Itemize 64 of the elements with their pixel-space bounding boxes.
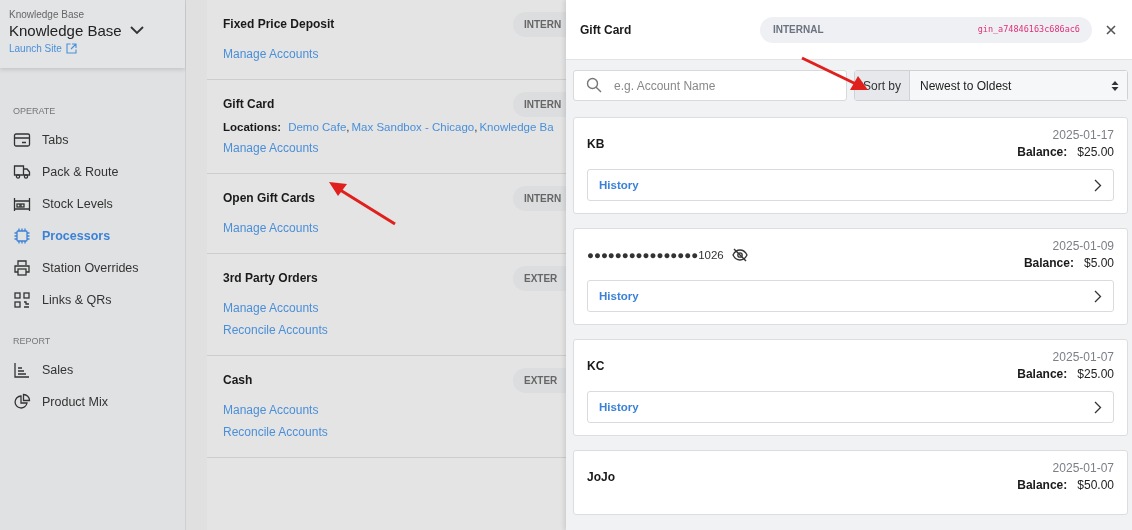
separator: , bbox=[474, 121, 478, 133]
drawer-title: Gift Card bbox=[580, 22, 633, 37]
card-icon bbox=[13, 130, 31, 149]
chip-icon bbox=[13, 226, 31, 245]
type-badge: INTERN bbox=[513, 185, 566, 211]
account-date: 2025-01-09 bbox=[1051, 239, 1114, 253]
site-caption: Knowledge Base bbox=[9, 9, 86, 20]
balance-label: Balance: bbox=[1023, 256, 1074, 270]
processor-title: Fixed Price Deposit bbox=[223, 17, 335, 31]
search-field[interactable]: e.g. Account Name bbox=[573, 70, 847, 101]
manage-link[interactable]: Manage Accounts bbox=[223, 301, 319, 315]
truck-icon bbox=[13, 162, 31, 181]
processor-title: Gift Card bbox=[223, 97, 275, 111]
close-icon bbox=[1106, 24, 1116, 35]
type-badge: EXTER bbox=[513, 265, 566, 291]
type-badge: INTERN bbox=[513, 91, 566, 117]
eye-slash-icon[interactable] bbox=[731, 247, 748, 262]
processor-title: Cash bbox=[223, 373, 253, 387]
bar-chart-icon bbox=[13, 360, 31, 379]
manage-link[interactable]: Manage Accounts bbox=[223, 47, 319, 61]
manage-link[interactable]: Manage Accounts bbox=[223, 403, 319, 417]
account-name: ●●●●●●●●●●●●●●●●1026 bbox=[587, 248, 724, 261]
balance-label: Balance: bbox=[1017, 367, 1068, 381]
processor-title: 3rd Party Orders bbox=[223, 271, 318, 285]
account-date: 2025-01-07 bbox=[1051, 350, 1114, 364]
account-date: 2025-01-17 bbox=[1051, 128, 1114, 142]
history-button[interactable]: History bbox=[587, 391, 1114, 423]
manage-link[interactable]: Manage Accounts bbox=[223, 141, 319, 155]
type-label: INTERNAL bbox=[773, 23, 824, 35]
processor-title: Open Gift Cards bbox=[223, 191, 315, 205]
balance-value: $25.00 bbox=[1077, 145, 1114, 159]
chevron-right-icon bbox=[1094, 400, 1102, 414]
history-button[interactable]: History bbox=[587, 280, 1114, 312]
balance-label: Balance: bbox=[1017, 478, 1068, 492]
location-link[interactable]: Knowledge Ba bbox=[479, 121, 554, 133]
locations-label: Locations: bbox=[223, 121, 282, 133]
balance-label: Balance: bbox=[1017, 145, 1068, 159]
manage-link[interactable]: Manage Accounts bbox=[223, 221, 319, 235]
balance-value: $25.00 bbox=[1077, 367, 1114, 381]
pie-chart-icon bbox=[13, 392, 31, 411]
separator: , bbox=[346, 121, 350, 133]
manage-link[interactable]: Reconcile Accounts bbox=[223, 425, 328, 439]
chevron-right-icon bbox=[1094, 178, 1102, 192]
manage-link[interactable]: Reconcile Accounts bbox=[223, 323, 328, 337]
account-name: KB bbox=[587, 136, 605, 151]
external-link-icon bbox=[65, 43, 77, 54]
section-heading: OPERATE bbox=[13, 106, 57, 118]
qr-code-icon bbox=[13, 290, 31, 309]
site-switcher[interactable]: Knowledge Base bbox=[9, 22, 144, 39]
balance-value: $50.00 bbox=[1077, 478, 1114, 492]
balance-value: $5.00 bbox=[1083, 256, 1114, 270]
history-button[interactable]: History bbox=[587, 169, 1114, 201]
account-name: KC bbox=[587, 358, 605, 373]
section-heading: REPORT bbox=[13, 336, 52, 348]
account-date: 2025-01-07 bbox=[1051, 461, 1114, 475]
printer-icon bbox=[13, 258, 31, 277]
search-icon bbox=[586, 77, 602, 93]
chevron-right-icon bbox=[1094, 289, 1102, 303]
processor-id: gin_a74846163c686ac6 bbox=[977, 24, 1080, 34]
type-badge: EXTER bbox=[513, 367, 566, 393]
account-name: JoJo bbox=[587, 469, 615, 484]
launch-site-link[interactable]: Launch Site bbox=[9, 43, 77, 54]
chevron-down-icon bbox=[129, 26, 144, 35]
type-badge: INTERN bbox=[513, 11, 566, 37]
